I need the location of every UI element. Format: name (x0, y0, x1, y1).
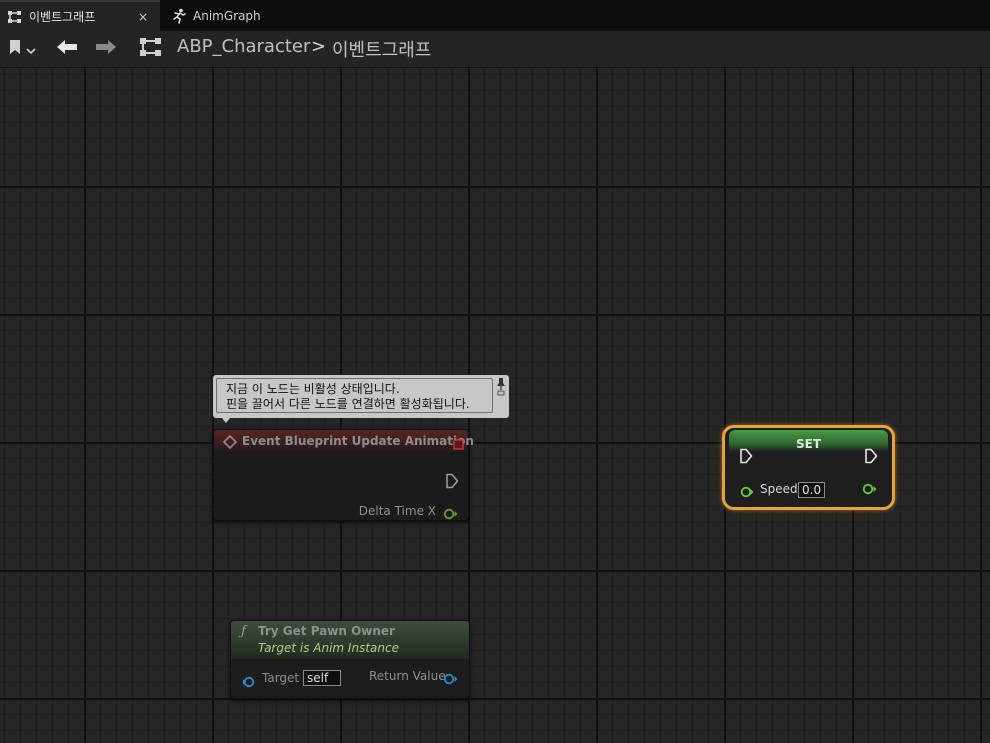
breadcrumb-graph[interactable]: 이벤트그래프 (332, 36, 431, 62)
float-pin-icon[interactable] (443, 505, 459, 524)
arrow-right-icon (95, 39, 117, 59)
running-figure-icon (171, 8, 187, 24)
breadcrumb-separator: > (311, 36, 327, 57)
bookmark-icon (8, 39, 22, 59)
tooltip-line: 지금 이 노드는 비활성 상태입니다. (226, 382, 400, 396)
node-title: Event Blueprint Update Animation (242, 434, 474, 448)
graph-icon (139, 37, 163, 61)
try-get-pawn-owner-node[interactable]: ƒ Try Get Pawn Owner Target is Anim Inst… (230, 620, 470, 699)
exec-output-arrow-icon[interactable] (445, 473, 459, 493)
tab-label: AnimGraph (193, 8, 261, 23)
float-pin-icon[interactable] (862, 480, 878, 499)
exec-input-arrow-icon[interactable] (739, 448, 753, 468)
breadcrumb-asset[interactable]: ABP_Character (177, 36, 310, 57)
pin-label-target: Target (262, 671, 300, 685)
object-pin-icon[interactable] (242, 673, 258, 692)
exec-output-arrow-icon[interactable] (864, 448, 878, 468)
function-icon: ƒ (241, 624, 246, 639)
tab-label: 이벤트그래프 (29, 10, 96, 24)
tooltip-body: 지금 이 노드는 비활성 상태입니다. 핀을 끌어서 다른 노드를 연결하면 활… (216, 378, 493, 413)
tooltip-line: 핀을 끌어서 다른 노드를 연결하면 활성화됩니다. (226, 397, 470, 411)
float-pin-icon[interactable] (739, 483, 755, 502)
event-diamond-icon (222, 434, 238, 453)
pin-label-return-value: Return Value (369, 669, 446, 683)
node-subtitle: Target is Anim Instance (258, 641, 399, 655)
tooltip-tail (222, 418, 230, 423)
forward-button[interactable] (95, 31, 117, 67)
speed-value-field[interactable]: 0.0 (798, 482, 825, 498)
graph-toolbar: ABP_Character > 이벤트그래프 (0, 31, 990, 68)
delegate-pin-icon[interactable] (453, 435, 464, 454)
graph-type-icon-wrap (139, 31, 163, 67)
pin-label-delta-time: Delta Time X (358, 504, 436, 518)
graph-icon (7, 10, 23, 24)
disabled-node-tooltip: 지금 이 노드는 비활성 상태입니다. 핀을 끌어서 다른 노드를 연결하면 활… (213, 375, 509, 423)
object-pin-icon[interactable] (443, 670, 459, 689)
document-tab-bar: 이벤트그래프 × AnimGraph (0, 0, 990, 31)
target-value-field[interactable]: self (303, 670, 341, 686)
back-button[interactable] (56, 31, 78, 67)
node-title: Try Get Pawn Owner (258, 624, 395, 638)
event-blueprint-update-animation-node[interactable]: Event Blueprint Update Animation Delta T… (213, 429, 474, 524)
tab-animgraph[interactable]: AnimGraph (164, 0, 294, 31)
set-speed-node[interactable]: SET Speed 0.0 (722, 425, 895, 510)
tab-event-graph[interactable]: 이벤트그래프 × (0, 0, 160, 31)
graph-canvas[interactable]: 지금 이 노드는 비활성 상태입니다. 핀을 끌어서 다른 노드를 연결하면 활… (0, 68, 990, 743)
close-tab-button[interactable]: × (138, 10, 148, 24)
chevron-down-icon (26, 40, 36, 59)
pin-label-speed: Speed (760, 482, 798, 496)
arrow-left-icon (56, 39, 78, 59)
bookmark-button[interactable] (8, 31, 36, 67)
pushpin-icon[interactable] (496, 377, 506, 397)
